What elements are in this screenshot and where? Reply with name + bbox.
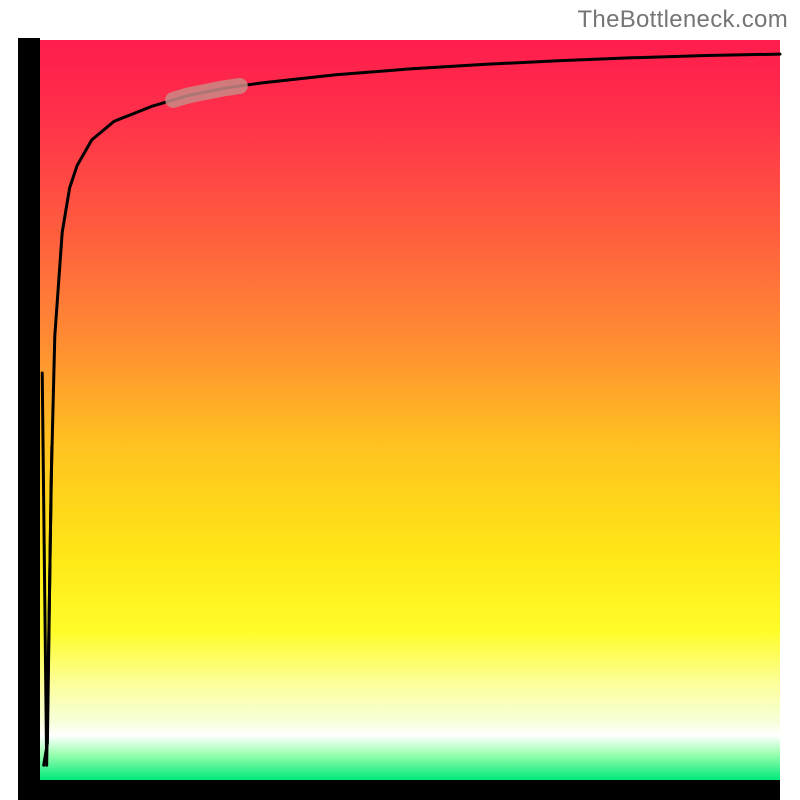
plot-group (18, 38, 780, 800)
chart-svg (0, 0, 800, 800)
gradient-background (40, 40, 780, 780)
watermark-label: TheBottleneck.com (577, 6, 788, 34)
chart-stage: TheBottleneck.com (0, 0, 800, 800)
y-axis (18, 38, 40, 800)
x-axis (18, 780, 780, 800)
